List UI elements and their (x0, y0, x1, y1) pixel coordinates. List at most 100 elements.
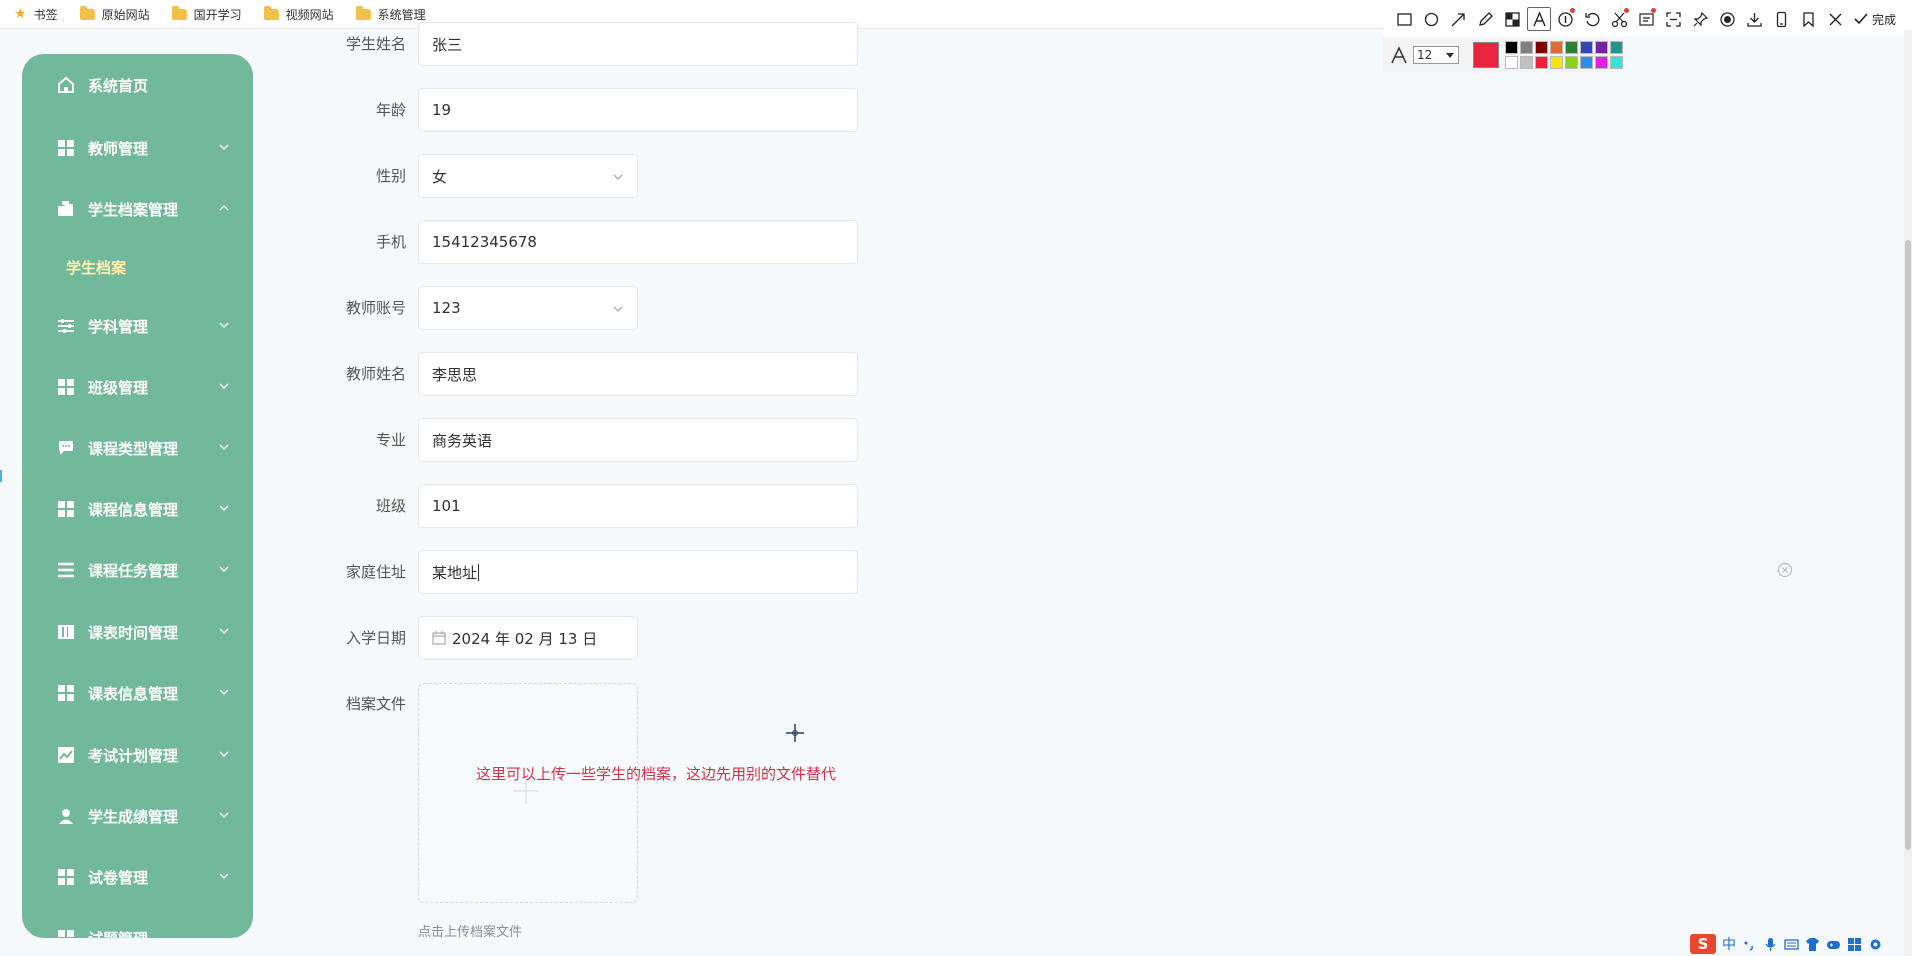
bookmark-original-site[interactable]: 原始网站 (79, 5, 150, 23)
color-swatch[interactable] (1520, 56, 1533, 69)
mosaic-icon (1505, 11, 1520, 27)
font-size-select[interactable]: 12 (1413, 46, 1459, 64)
color-swatch[interactable] (1580, 56, 1593, 69)
color-swatch[interactable] (1595, 41, 1608, 54)
folder-icon (171, 5, 187, 20)
pin-tool[interactable] (1687, 5, 1714, 33)
color-swatch[interactable] (1550, 41, 1563, 54)
color-swatch[interactable] (1520, 41, 1533, 54)
scrollbar-thumb[interactable] (1905, 240, 1911, 850)
sidebar-item-subjects[interactable]: 学科管理 (22, 304, 253, 348)
bookmark-label: 系统管理 (377, 7, 426, 22)
sidebar-item-exam-plans[interactable]: 考试计划管理 (22, 733, 253, 777)
bookmark-study[interactable]: 国开学习 (171, 5, 242, 23)
color-swatch[interactable] (1610, 41, 1623, 54)
color-swatch[interactable] (1580, 41, 1593, 54)
bookmark-video-site[interactable]: 视频网站 (263, 5, 334, 23)
folder-icon (263, 5, 279, 20)
punctuation-icon[interactable] (1742, 937, 1757, 952)
scan-tool[interactable] (1660, 5, 1687, 33)
sidebar-subitem-student-archive[interactable]: 学生档案 (22, 247, 253, 287)
sidebar-item-course-info[interactable]: 课程信息管理 (22, 487, 253, 531)
address-input[interactable]: 某地址 (418, 550, 858, 594)
home-icon (56, 75, 76, 95)
text-style-toolbar: 12 (1383, 38, 1623, 72)
sidebar: 系统首页 教师管理 学生档案管理 学生档案 学科管理 班级管理 课程类型管理 课… (22, 54, 253, 938)
class-input[interactable]: 101 (418, 484, 858, 528)
sidebar-item-home[interactable]: 系统首页 (22, 63, 253, 107)
phone-tool[interactable] (1768, 5, 1795, 33)
chevron-down-icon (219, 873, 229, 880)
ime-logo[interactable]: S (1690, 934, 1716, 954)
major-input[interactable]: 商务英语 (418, 418, 858, 462)
sidebar-item-classes[interactable]: 班级管理 (22, 365, 253, 409)
color-swatch[interactable] (1535, 56, 1548, 69)
done-button[interactable]: 完成 (1853, 11, 1896, 28)
ellipse-tool[interactable] (1418, 5, 1445, 33)
text-tool[interactable] (1527, 7, 1551, 31)
undo-tool[interactable] (1579, 5, 1606, 33)
microphone-icon[interactable] (1763, 937, 1778, 952)
color-swatch[interactable] (1505, 56, 1518, 69)
cut-tool[interactable] (1606, 5, 1633, 33)
record-tool[interactable] (1714, 5, 1741, 33)
sidebar-item-teachers[interactable]: 教师管理 (22, 126, 253, 170)
teacher-name-input[interactable]: 李思思 (418, 352, 858, 396)
grid-menu-icon[interactable] (1847, 937, 1862, 952)
date-value: 2024 年 02 月 13 日 (452, 629, 598, 648)
mosaic-tool[interactable] (1499, 5, 1526, 33)
color-swatch[interactable] (1595, 56, 1608, 69)
bookmark-label: 书签 (33, 7, 58, 22)
color-swatch[interactable] (1565, 56, 1578, 69)
pencil-tool[interactable] (1472, 5, 1499, 33)
notification-dot (1624, 8, 1629, 13)
bookmark-label: 视频网站 (285, 7, 334, 22)
sidebar-item-questions[interactable]: 试题管理 (22, 916, 253, 938)
color-swatch[interactable] (1610, 56, 1623, 69)
ocr-tool[interactable] (1633, 5, 1660, 33)
student-name-label: 学生姓名 (345, 35, 406, 53)
sidebar-item-schedule-info[interactable]: 课表信息管理 (22, 671, 253, 715)
age-input[interactable]: 19 (418, 88, 858, 132)
enroll-date-picker[interactable]: 2024 年 02 月 13 日 (418, 616, 638, 660)
ime-language[interactable]: 中 (1722, 934, 1736, 954)
current-color-swatch[interactable] (1473, 42, 1499, 68)
chevron-down-icon (219, 505, 229, 512)
bookmark-bookmarks[interactable]: ★ 书签 (14, 6, 58, 23)
phone-input[interactable]: 15412345678 (418, 220, 858, 264)
sidebar-item-papers[interactable]: 试卷管理 (22, 855, 253, 899)
download-tool[interactable] (1741, 5, 1768, 33)
skin-shirt-icon[interactable] (1805, 937, 1820, 952)
sidebar-item-grades[interactable]: 学生成绩管理 (22, 794, 253, 838)
arrow-icon (1451, 12, 1465, 26)
color-swatch[interactable] (1505, 41, 1518, 54)
pencil-icon (1479, 11, 1493, 26)
settings-gear-icon[interactable] (1868, 937, 1883, 952)
rectangle-tool[interactable] (1391, 5, 1418, 33)
sidebar-item-schedule-time[interactable]: 课表时间管理 (22, 610, 253, 654)
input-value: 商务英语 (432, 431, 493, 450)
color-swatch[interactable] (1565, 41, 1578, 54)
number-tool[interactable] (1552, 5, 1579, 33)
sidebar-item-course-types[interactable]: 课程类型管理 (22, 426, 253, 470)
gamepad-icon[interactable] (1826, 937, 1841, 952)
student-name-input[interactable]: 张三 (418, 22, 858, 66)
archive-upload-area[interactable] (418, 683, 638, 903)
phone-label: 手机 (375, 233, 406, 251)
ime-toolbar: S 中 (1690, 932, 1912, 956)
teacher-account-select[interactable]: 123 (418, 286, 638, 330)
color-swatch[interactable] (1550, 56, 1563, 69)
sidebar-item-course-tasks[interactable]: 课程任务管理 (22, 548, 253, 592)
grid-icon (56, 499, 76, 519)
bookmark-tool[interactable] (1795, 5, 1822, 33)
circle-close-icon[interactable] (1777, 562, 1793, 578)
color-swatch[interactable] (1535, 41, 1548, 54)
gender-select[interactable]: 女 (418, 154, 638, 198)
arrow-tool[interactable] (1445, 5, 1472, 33)
keyboard-icon[interactable] (1784, 937, 1799, 952)
annotation-text: 这里可以上传一些学生的档案，这边先用别的文件替代 (476, 765, 837, 783)
close-tool[interactable] (1822, 5, 1849, 33)
sidebar-item-student-archives[interactable]: 学生档案管理 (22, 187, 253, 231)
bookmark-system-admin[interactable]: 系统管理 (355, 5, 426, 23)
upload-hint: 点击上传档案文件 (418, 925, 523, 940)
